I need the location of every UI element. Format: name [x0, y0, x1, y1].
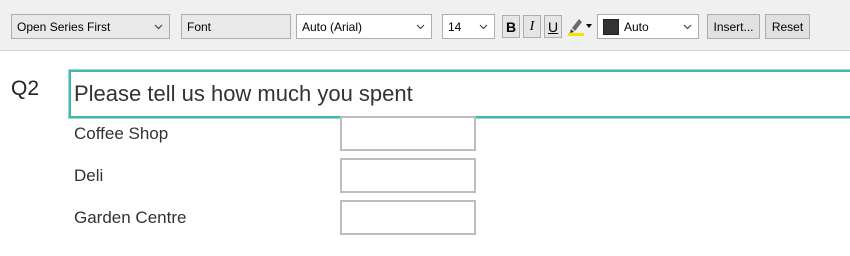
- font-select-value: Font: [187, 19, 212, 34]
- chevron-down-icon: [479, 24, 488, 30]
- series-select-value: Open Series First: [17, 19, 111, 34]
- text-color-value: Auto: [624, 19, 649, 34]
- italic-button[interactable]: I: [523, 15, 541, 38]
- underline-button[interactable]: U: [544, 15, 562, 38]
- bold-button[interactable]: B: [502, 15, 520, 38]
- font-select[interactable]: Font: [181, 14, 291, 39]
- font-size-select[interactable]: 14: [442, 14, 495, 39]
- chevron-down-icon: [416, 24, 425, 30]
- question-text-editor[interactable]: Please tell us how much you spent: [68, 69, 850, 119]
- amount-input-deli[interactable]: [340, 158, 476, 193]
- formatting-toolbar: Open Series First Font Auto (Arial) 14 B…: [0, 0, 850, 51]
- row-label-coffee-shop: Coffee Shop: [74, 124, 169, 143]
- chevron-down-icon: [683, 24, 692, 30]
- chevron-down-icon: [154, 24, 163, 30]
- font-family-value: Auto (Arial): [302, 19, 363, 34]
- row-label-deli: Deli: [74, 166, 104, 185]
- color-swatch: [603, 18, 619, 35]
- insert-button[interactable]: Insert...: [707, 14, 760, 39]
- text-color-select[interactable]: Auto: [597, 14, 699, 39]
- highlighter-icon: [568, 19, 592, 36]
- series-select[interactable]: Open Series First: [11, 14, 170, 39]
- highlight-color-button[interactable]: [565, 15, 595, 38]
- amount-input-garden-centre[interactable]: [340, 200, 476, 235]
- reset-button[interactable]: Reset: [765, 14, 810, 39]
- font-size-value: 14: [448, 19, 462, 34]
- amount-input-coffee-shop[interactable]: [340, 116, 476, 151]
- row-label-garden-centre: Garden Centre: [74, 208, 187, 227]
- font-family-select[interactable]: Auto (Arial): [296, 14, 432, 39]
- question-number: Q2: [11, 77, 40, 100]
- question-text: Please tell us how much you spent: [74, 81, 413, 106]
